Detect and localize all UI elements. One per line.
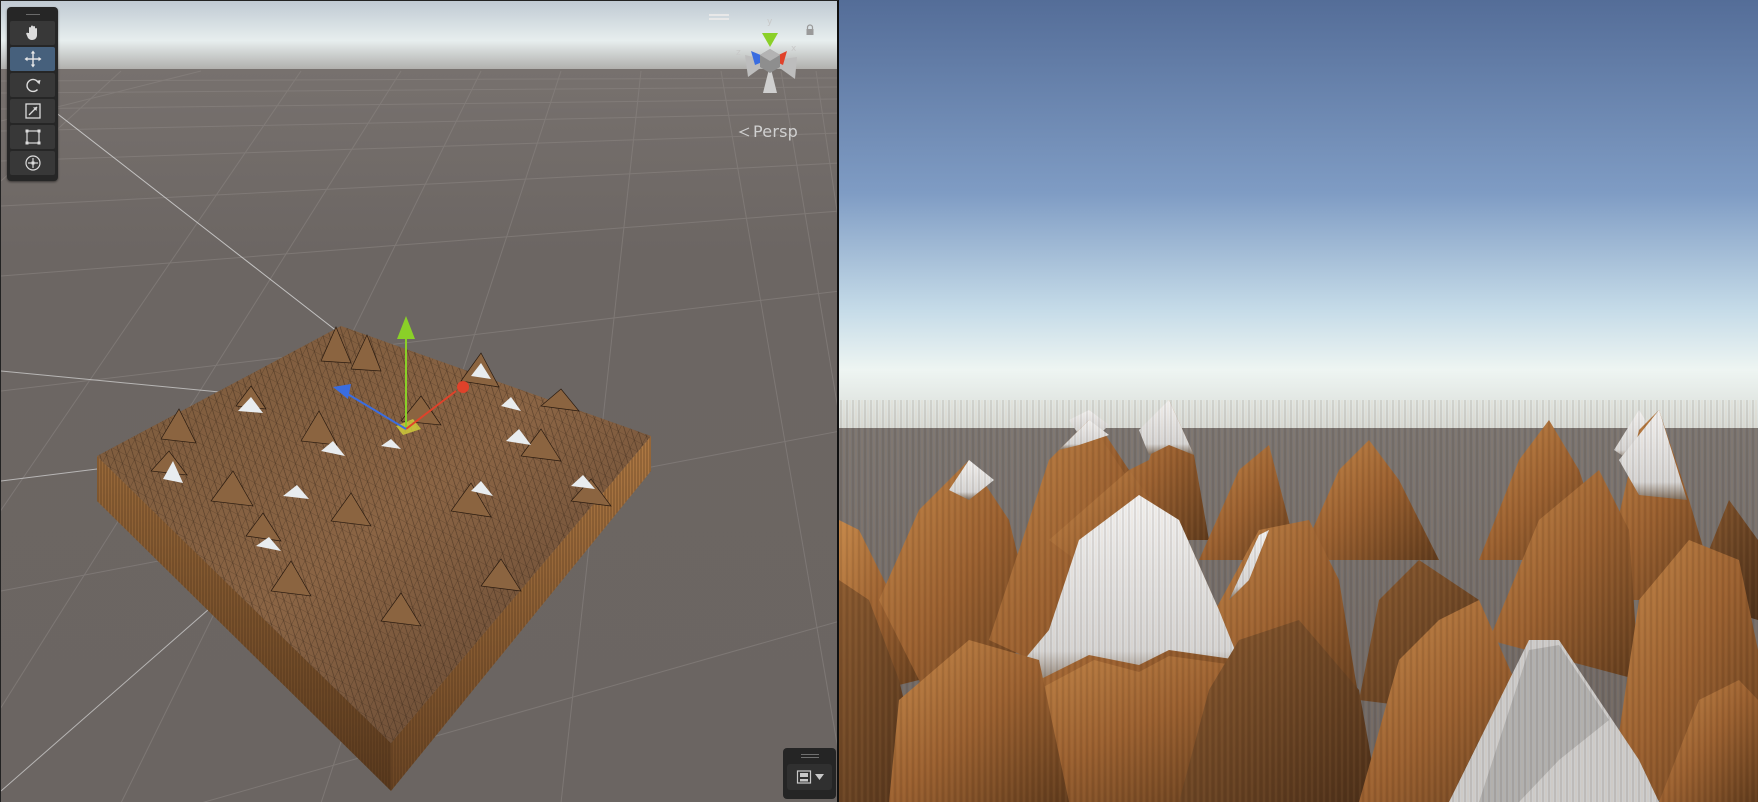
game-view[interactable] [839, 0, 1758, 802]
gizmo-label-y: y [767, 17, 773, 27]
orientation-gizmo[interactable]: y x z [725, 13, 815, 103]
move-arrows-icon [24, 50, 41, 68]
gizmo-cones [745, 33, 797, 93]
game-render [839, 0, 1758, 802]
rotate-tool-button[interactable] [10, 73, 55, 97]
tool-palette [7, 7, 58, 181]
scale-tool-button[interactable] [10, 99, 55, 123]
gizmo-label-z: z [736, 48, 741, 58]
hand-icon [25, 25, 37, 40]
tool-palette-grip[interactable] [10, 11, 55, 17]
scene-viewport[interactable] [1, 1, 839, 802]
gizmo-label-x: x [791, 44, 797, 54]
hand-tool-button[interactable] [10, 21, 55, 45]
scene-menu-icon[interactable] [709, 14, 729, 22]
perspective-icon [738, 126, 750, 137]
overlay-panel-grip[interactable] [787, 754, 832, 758]
camera-mode-toggle[interactable]: Persp [738, 122, 798, 141]
move-tool-button[interactable] [10, 47, 55, 71]
scale-icon [24, 103, 41, 119]
rect-tool-button[interactable] [10, 125, 55, 149]
transform-tool-button[interactable] [10, 151, 55, 175]
rect-transform-icon [25, 129, 40, 145]
camera-mode-label: Persp [753, 122, 798, 141]
chevron-down-icon [814, 774, 824, 780]
camera-overlay-button[interactable] [787, 764, 832, 790]
camera-overlay-icon [796, 770, 811, 784]
mountain-range [839, 400, 1758, 802]
scene-view[interactable]: y x z Persp [0, 0, 839, 802]
scene-sky [1, 1, 837, 73]
lock-icon[interactable] [805, 24, 815, 36]
transform-icon [24, 155, 41, 171]
overlay-panel [783, 748, 836, 799]
rotate-icon [25, 78, 40, 93]
